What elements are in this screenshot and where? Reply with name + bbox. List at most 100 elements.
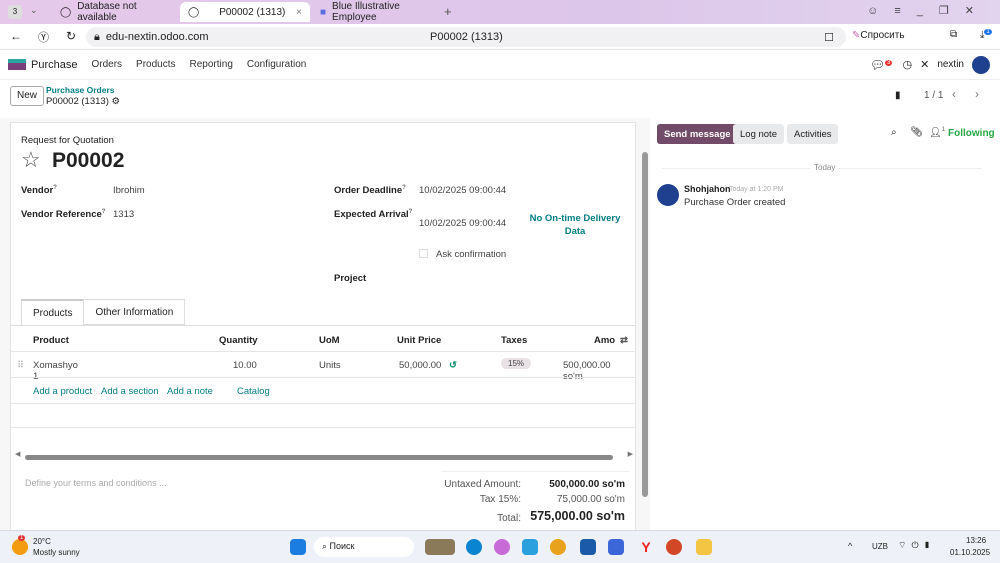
user-avatar[interactable] [972, 55, 990, 74]
store-icon[interactable] [580, 539, 596, 555]
col-amount[interactable]: Amo [594, 335, 615, 346]
widget-image-icon[interactable] [425, 539, 455, 555]
chat-icon[interactable]: 💬︎ 3 [870, 58, 893, 72]
followers-button[interactable]: 👤︎1 [929, 127, 945, 138]
add-section-link[interactable]: Add a section [101, 386, 159, 397]
tab-count[interactable]: 3 [8, 5, 22, 19]
url-field[interactable]: 🔒︎ edu-nextin.odoo.com P00002 (1313) ☐ [86, 27, 846, 47]
search-icon[interactable]: ⌕ [891, 127, 897, 138]
ask-button[interactable]: ✎Спросить [852, 30, 905, 41]
line-uom[interactable]: Units [319, 360, 341, 371]
vendor-field[interactable]: Ibrohim [113, 185, 145, 196]
company-name[interactable]: nextin [937, 59, 964, 70]
tab-database[interactable]: ◯ Database not available [52, 1, 177, 23]
gear-icon[interactable]: ⚙ [112, 96, 121, 107]
arrival-field[interactable]: 10/02/2025 09:00:44 [419, 218, 506, 229]
next-icon[interactable]: › [975, 87, 979, 101]
tab-purchase-order[interactable]: ◯ P00002 (1313) × [180, 2, 310, 22]
telegram-icon[interactable] [522, 539, 538, 555]
on-time-delivery-button[interactable]: No On-time Delivery Data [526, 212, 624, 238]
clock-date[interactable]: 01.10.2025 [950, 548, 990, 557]
extensions-icon[interactable]: ⧉ [950, 29, 957, 40]
vertical-scrollbar[interactable] [642, 152, 648, 497]
tray-icons[interactable]: ⌔⏻▮ [898, 540, 935, 551]
col-unit-price[interactable]: Unit Price [397, 335, 441, 346]
reload-icon[interactable]: ↻ [66, 29, 76, 43]
weather-icon[interactable]: 1 [12, 535, 28, 555]
ask-confirmation-label: Ask confirmation [436, 249, 507, 260]
add-note-link[interactable]: Add a note [167, 386, 213, 397]
yandex-icon[interactable]: Ⓨ [38, 29, 49, 45]
col-uom[interactable]: UoM [319, 335, 340, 346]
new-button[interactable]: New [10, 86, 45, 106]
menu-products[interactable]: Products [136, 59, 175, 70]
notebook-tabs: Products Other Information [21, 299, 186, 325]
tab-employee[interactable]: ■ Blue Illustrative Employee [312, 1, 440, 23]
activities-button[interactable]: Activities [787, 124, 839, 144]
chrome-icon[interactable] [550, 539, 566, 555]
paperclip-icon[interactable]: 📎︎ [910, 127, 923, 138]
vendor-ref-field[interactable]: 1313 [113, 209, 134, 220]
star-icon[interactable]: ☆ [21, 147, 41, 173]
add-product-link[interactable]: Add a product [33, 386, 92, 397]
bookmark-icon[interactable]: ☐ [824, 31, 834, 44]
menu-orders[interactable]: Orders [91, 59, 122, 70]
taskbar-search[interactable]: ⌕ Поиск [314, 537, 414, 557]
debug-tools-icon[interactable]: ✕ [920, 58, 929, 71]
yandex-browser-icon[interactable]: Y [638, 539, 654, 555]
terms-input[interactable]: Define your terms and conditions ... [25, 478, 167, 488]
send-message-button[interactable]: Send message [657, 124, 738, 144]
close-tab-icon[interactable]: × [296, 7, 302, 18]
bookmark-tool-icon[interactable]: ▮ [895, 90, 901, 101]
total-value: 575,000.00 so'm [530, 509, 625, 523]
drag-handle-icon[interactable]: ⠿ [17, 360, 24, 371]
app-icon[interactable] [608, 539, 624, 555]
menu-configuration[interactable]: Configuration [247, 59, 306, 70]
clock-time[interactable]: 13:26 [966, 536, 986, 545]
following-button[interactable]: Following [948, 128, 995, 139]
url-text: edu-nextin.odoo.com [105, 31, 209, 43]
horizontal-scrollbar[interactable]: ◀ ▶ [15, 451, 633, 461]
tray-chevron-icon[interactable]: ^ [848, 541, 852, 551]
activity-clock-icon[interactable]: ◷ [902, 58, 912, 71]
browser-tab-bar: 3 ⌄ ◯ Database not available ◯ P00002 (131… [0, 0, 1000, 24]
price-history-icon[interactable]: ↺ [449, 360, 457, 371]
window-controls[interactable]: ☺≡_❐✕ [867, 4, 990, 17]
order-name: P00002 [52, 149, 125, 172]
line-unit-price[interactable]: 50,000.00 [399, 360, 441, 371]
control-panel: New Purchase Orders P00002 (1313) ⚙ ▮ 1 … [0, 80, 1000, 118]
tab-list-chevron-icon[interactable]: ⌄ [30, 5, 38, 16]
language-indicator[interactable]: UZB [872, 542, 888, 551]
log-note-button[interactable]: Log note [733, 124, 784, 144]
app-name[interactable]: Purchase [31, 59, 77, 71]
tax-badge[interactable]: 15% [501, 358, 532, 369]
copilot-icon[interactable] [494, 539, 510, 555]
previous-icon[interactable]: ‹ [952, 87, 956, 101]
ask-confirmation-checkbox[interactable] [419, 249, 428, 258]
lock-icon: 🔒︎ [94, 30, 100, 43]
pager[interactable]: 1 / 1 [924, 90, 943, 101]
line-quantity[interactable]: 10.00 [233, 360, 257, 371]
message-author[interactable]: Shohjahon [684, 184, 731, 194]
breadcrumb-purchase-orders[interactable]: Purchase Orders [46, 85, 115, 95]
canva-icon: ■ [320, 6, 327, 18]
menu-reporting[interactable]: Reporting [190, 59, 233, 70]
powerpoint-icon[interactable] [666, 539, 682, 555]
author-avatar[interactable] [657, 184, 679, 206]
download-icon[interactable]: ⤓ 1 [980, 29, 992, 40]
deadline-field[interactable]: 10/02/2025 09:00:44 [419, 185, 506, 196]
catalog-link[interactable]: Catalog [237, 386, 270, 397]
start-icon[interactable] [290, 539, 306, 555]
col-product[interactable]: Product [33, 335, 69, 346]
tab-products[interactable]: Products [21, 299, 85, 325]
file-explorer-icon[interactable] [696, 539, 712, 555]
new-tab-icon[interactable]: + [444, 4, 452, 19]
line-product[interactable]: Xomashyo 1 [33, 360, 78, 382]
arrival-label: Expected Arrival [334, 209, 409, 221]
col-taxes[interactable]: Taxes [501, 335, 527, 346]
col-quantity[interactable]: Quantity [219, 335, 258, 346]
optional-columns-icon[interactable]: ⇄ [620, 335, 628, 346]
edge-icon[interactable] [466, 539, 482, 555]
back-icon[interactable]: ← [10, 29, 22, 43]
tab-other-information[interactable]: Other Information [84, 299, 186, 325]
